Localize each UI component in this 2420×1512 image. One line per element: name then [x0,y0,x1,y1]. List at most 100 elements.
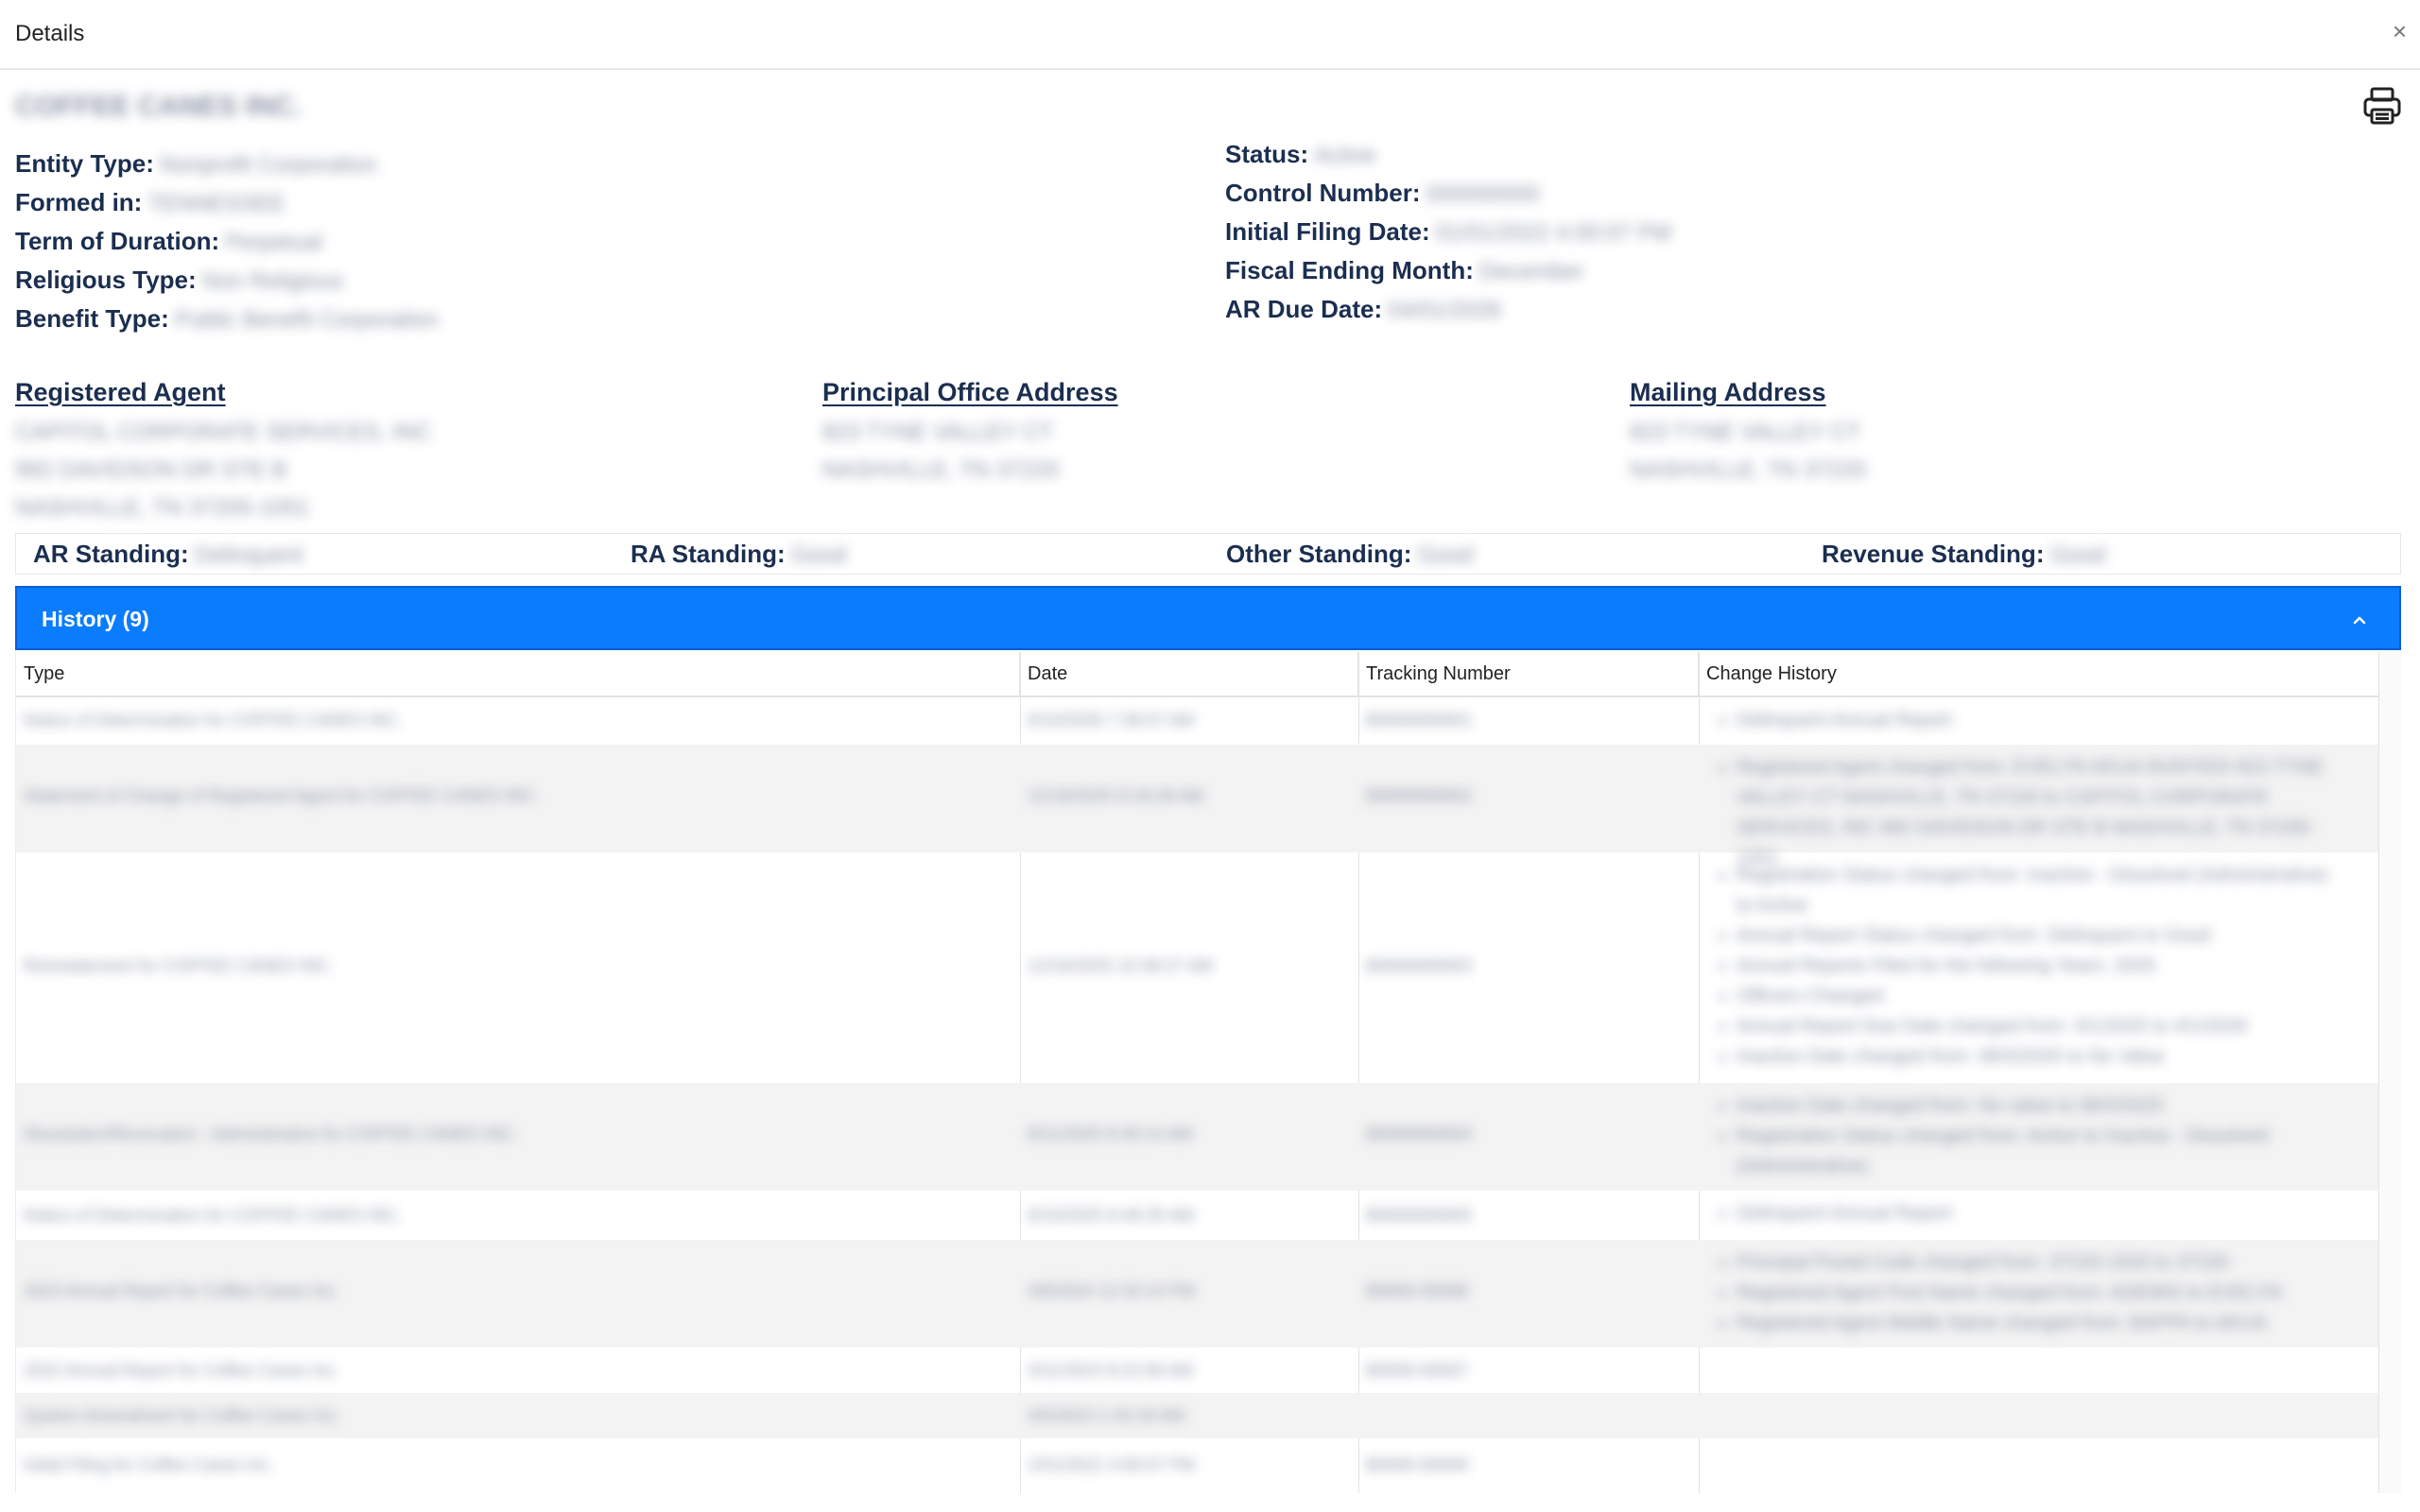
term-of-duration-field: Term of Duration: Perpetual [15,226,322,258]
cell-date: 6/10/2025 8:48:35 AM [1028,1206,1195,1225]
address-line: CAPITOL CORPORATE SERVICES, INC [15,420,432,445]
cell-tracking-number: B0000000005 [1366,1206,1473,1225]
change-item: Annual Report Due Date changed from: 4/1… [1737,1011,2342,1041]
cell-date: 8/11/2025 8:30:14 AM [1028,1125,1193,1143]
table-row[interactable]: 2023 Annual Report for Coffee Canes Inc.… [16,1240,2379,1348]
cell-type: Dissolution/Revocation - Administrative … [24,1125,519,1143]
table-header: Type Date Tracking Number Change History [16,652,2379,697]
standing-value: Delinquent [194,542,303,568]
address-line: 823 TYNE VALLEY CT [822,420,1054,445]
change-list: Registration Status changed from: Inacti… [1699,860,2342,1072]
column-header-type[interactable]: Type [16,652,1020,697]
benefit-type-field: Benefit Type: Public Benefit Corporation [15,303,439,335]
field-label: Religious Type: [15,266,197,294]
cell-type: System Amendment for Coffee Canes Inc. [24,1406,341,1425]
change-item: Delinquent Annual Report [1737,705,2342,735]
other-standing: Other Standing: Good [1226,540,1473,569]
column-header-date[interactable]: Date [1020,652,1358,697]
field-label: Entity Type: [15,149,154,178]
cell-type: Initial Filing for Coffee Canes Inc. [24,1455,274,1474]
ra-standing: RA Standing: Good [631,540,846,569]
status-field: Status: Active [1225,139,1375,171]
history-accordion-header[interactable]: History (9) [15,586,2401,650]
address-line: NASHVILLE, TN 37220 [822,457,1060,483]
formed-in-field: Formed in: TENNESSEE [15,187,285,219]
field-value: Public Benefit Corporation [174,307,439,333]
initial-filing-date-field: Initial Filing Date: 01/01/2022 4:00:07 P… [1225,216,1671,249]
field-value: 01/01/2022 4:00:07 PM [1435,220,1672,246]
change-item: Inactive Date changed from: No value to … [1737,1091,2342,1121]
field-value: Non Religious [201,268,344,294]
cell-tracking-number: B0000000001 [1366,711,1473,730]
field-label: Formed in: [15,188,143,216]
change-item: Registered Agent First Name changed from… [1737,1278,2342,1308]
change-item: Annual Reports Filed for the following Y… [1737,951,2342,981]
field-value: 000000000 [1426,181,1540,207]
ar-standing: AR Standing: Delinquent [33,540,302,569]
change-item: Principal Postal Code changed from: 3722… [1737,1247,2342,1278]
address-line: 992 DAVIDSON DR STE B [15,457,287,483]
cell-tracking-number: B0000000004 [1366,1125,1473,1143]
religious-type-field: Religious Type: Non Religious [15,265,343,297]
standing-value: Good [790,542,847,568]
chevron-up-icon[interactable] [2348,609,2371,631]
address-line: NASHVILLE, TN 37220 [1630,457,1867,483]
table-row[interactable]: Statement of Change of Registered Agent … [16,745,2379,868]
address-line: 823 TYNE VALLEY CT [1630,420,1861,445]
cell-tracking-number: B0000-00006 [1366,1281,1469,1300]
table-scrollbar[interactable] [2378,652,2401,1493]
cell-date: 4/8/2024 12:32:14 PM [1028,1281,1196,1300]
table-row[interactable]: Notice of Determination for COFFEE CANES… [16,697,2379,745]
cell-date: 4/5/2023 1:43:18 AM [1028,1406,1185,1425]
table-row[interactable]: 2022 Annual Report for Coffee Canes Inc.… [16,1348,2379,1393]
column-header-tracking-number[interactable]: Tracking Number [1358,652,1699,697]
control-number-field: Control Number: 000000000 [1225,178,1540,210]
column-header-change-history[interactable]: Change History [1699,652,2379,697]
modal-title: Details [15,21,85,46]
field-label: Status: [1225,140,1309,168]
history-table: Type Date Tracking Number Change History… [15,652,2401,1493]
fiscal-ending-month-field: Fiscal Ending Month: December [1225,255,1584,287]
field-label: Control Number: [1225,179,1421,207]
entity-name: COFFEE CANES INC. [15,91,302,122]
cell-tracking-number: B0000000002 [1366,786,1473,805]
change-list: Principal Postal Code changed from: 3722… [1699,1247,2342,1338]
change-list: Delinquent Annual Report [1699,1198,2342,1228]
table-row[interactable]: Reinstatement for COFFEE CANES INC. 12/1… [16,852,2379,1083]
standing-value: Good [1417,542,1474,568]
mailing-address-link[interactable]: Mailing Address [1630,378,1826,407]
standing-label: RA Standing: [631,540,786,568]
field-value: Nonprofit Corporation [159,152,377,178]
modal-header: Details × [0,0,2420,70]
field-label: Initial Filing Date: [1225,217,1430,246]
cell-date: 1/01/2022 4:00:07 PM [1028,1455,1196,1474]
table-row[interactable]: Initial Filing for Coffee Canes Inc. 1/0… [16,1438,2379,1484]
cell-type: Notice of Determination for COFFEE CANES… [24,1206,403,1225]
ar-due-date-field: AR Due Date: 04/01/2026 [1225,294,1501,326]
field-value: Perpetual [225,230,322,255]
cell-date: 12/16/2025 10:38:27 AM [1028,956,1214,975]
printer-icon[interactable] [2361,85,2403,127]
table-row[interactable]: Notice of Determination for COFFEE CANES… [16,1191,2379,1240]
table-row[interactable]: System Amendment for Coffee Canes Inc. 4… [16,1393,2379,1438]
cell-type: Statement of Change of Registered Agent … [24,786,540,805]
principal-office-address-link[interactable]: Principal Office Address [822,378,1118,407]
cell-type: Notice of Determination for COFFEE CANES… [24,711,403,730]
registered-agent-link[interactable]: Registered Agent [15,378,226,407]
field-label: Term of Duration: [15,227,220,255]
change-item: Registered Agent Middle Name changed fro… [1737,1308,2342,1338]
field-value: December [1478,259,1584,284]
address-line: NASHVILLE, TN 37205-1051 [15,495,310,521]
cell-date: 12/18/2025 8:18:28 AM [1028,786,1204,805]
change-item: Delinquent Annual Report [1737,1198,2342,1228]
change-item: Inactive Date changed from: 08/3/2025 to… [1737,1041,2342,1072]
field-value: 04/01/2026 [1388,298,1502,323]
cell-type: Reinstatement for COFFEE CANES INC. [24,956,335,975]
close-icon[interactable]: × [2393,19,2407,43]
change-item: Annual Report Status changed from: Delin… [1737,920,2342,951]
cell-tracking-number: B0000000003 [1366,956,1473,975]
field-label: AR Due Date: [1225,295,1383,323]
table-row[interactable]: Dissolution/Revocation - Administrative … [16,1083,2379,1191]
entity-type-field: Entity Type: Nonprofit Corporation [15,148,376,180]
field-value: Active [1314,143,1376,168]
